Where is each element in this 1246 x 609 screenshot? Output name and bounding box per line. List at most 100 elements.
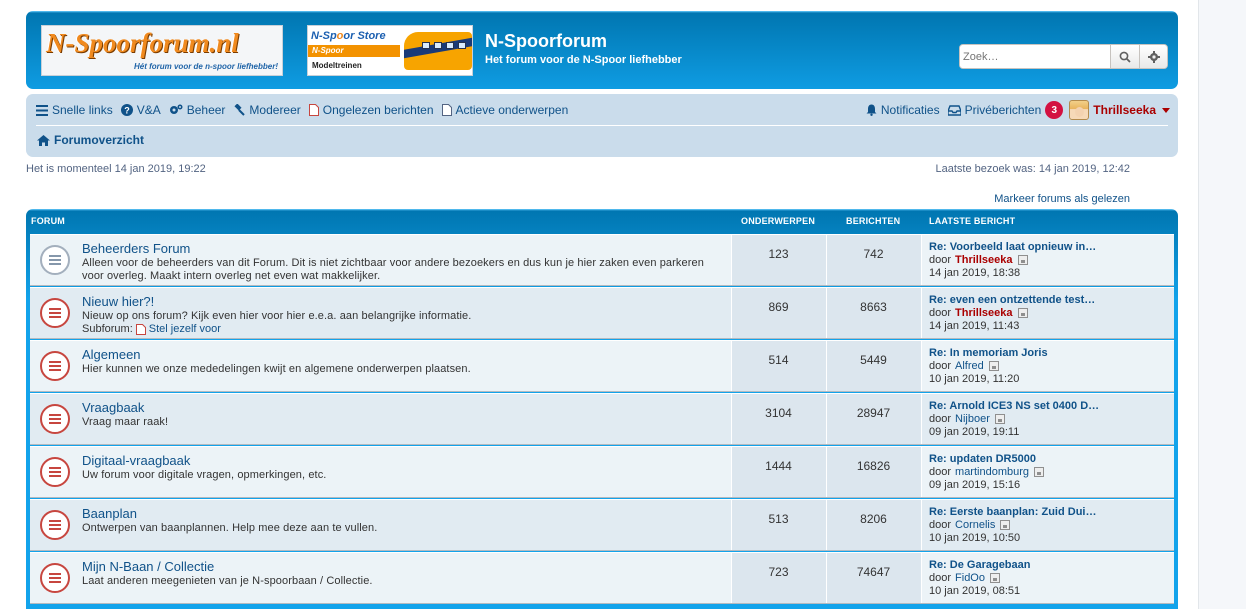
posts-count: 8206 <box>860 512 887 526</box>
inbox-icon <box>947 104 961 116</box>
mcp-link[interactable]: Modereer <box>233 103 301 117</box>
forum-title[interactable]: Vraagbaak <box>82 400 144 415</box>
forum-row: Vraagbaak Vraag maar raak! 3104 28947 Re… <box>30 393 1174 445</box>
view-latest-icon[interactable] <box>990 573 1000 583</box>
last-post-user[interactable]: martindomburg <box>955 466 1029 478</box>
topics-count: 869 <box>768 300 789 314</box>
last-post-title[interactable]: Re: even een ontzettende test… <box>929 294 1169 306</box>
quick-links-label: Snelle links <box>52 103 113 117</box>
last-post-cell <box>921 235 922 285</box>
notifications-link[interactable]: Notificaties <box>866 103 940 117</box>
last-post-author: door Cornelis <box>929 519 1011 531</box>
by-label: door <box>929 307 952 319</box>
last-post-user[interactable]: Thrillseeka <box>955 254 1012 266</box>
bars-icon <box>36 104 48 116</box>
last-post-author: door Alfred <box>929 360 999 372</box>
forum-title[interactable]: Algemeen <box>82 347 141 362</box>
last-post-user[interactable]: Cornelis <box>955 519 995 531</box>
search-button[interactable] <box>1110 45 1139 68</box>
by-label: door <box>929 572 952 584</box>
faq-link[interactable]: ? V&A <box>120 103 161 117</box>
forum-row: Algemeen Hier kunnen we onze mededelinge… <box>30 340 1174 392</box>
forum-title[interactable]: Nieuw hier?! <box>82 294 154 309</box>
file-icon <box>308 104 319 116</box>
last-post-author: door martindomburg <box>929 466 1045 478</box>
last-post-user[interactable]: FidOo <box>955 572 985 584</box>
bell-icon <box>866 104 877 116</box>
train-window <box>446 42 454 49</box>
private-messages-link[interactable]: Privéberichten 3 <box>947 101 1064 119</box>
last-post-date: 10 jan 2019, 10:50 <box>929 532 1021 544</box>
last-post-cell <box>921 341 922 391</box>
forum-title[interactable]: Mijn N-Baan / Collectie <box>82 559 214 574</box>
advanced-search-button[interactable] <box>1139 45 1167 68</box>
last-post-author: door Nijboer <box>929 413 1005 425</box>
mark-forums-read-link[interactable]: Markeer forums als gelezen <box>994 193 1130 205</box>
last-visit: Laatste bezoek was: 14 jan 2019, 12:42 <box>935 163 1130 175</box>
last-post-user[interactable]: Thrillseeka <box>955 307 1012 319</box>
logo-tagline: Hét forum voor de n-spoor liefhebber! <box>133 62 278 71</box>
store-logo[interactable]: N-Spoor Store N-Spoor Modeltreinen <box>307 25 473 76</box>
forum-row: Mijn N-Baan / Collectie Laat anderen mee… <box>30 552 1174 604</box>
acp-link[interactable]: Beheer <box>169 103 225 117</box>
user-nav: Notificaties Privéberichten 3 Thrillseek… <box>866 100 1170 120</box>
last-post-title[interactable]: Re: Voorbeeld laat opnieuw in… <box>929 241 1169 253</box>
last-post-title[interactable]: Re: Eerste baanplan: Zuid Dui… <box>929 506 1169 518</box>
store-logo-sub: Modeltreinen <box>312 61 362 70</box>
site-header: N-Spoorforum.nl Hét forum voor de n-spoo… <box>26 11 1178 89</box>
caret-down-icon[interactable] <box>1162 107 1170 113</box>
active-topics-link[interactable]: Actieve onderwerpen <box>441 103 568 117</box>
forum-title[interactable]: Beheerders Forum <box>82 241 190 256</box>
last-post-author: door Thrillseeka <box>929 307 1028 319</box>
forum-title[interactable]: Baanplan <box>82 506 137 521</box>
topics-count: 123 <box>768 247 789 261</box>
last-post-user[interactable]: Alfred <box>955 360 984 372</box>
view-latest-icon[interactable] <box>1034 467 1045 477</box>
header-posts: BERICHTEN <box>846 216 901 226</box>
subforum-link[interactable]: Stel jezelf voor <box>135 323 221 335</box>
train-window <box>422 42 430 49</box>
quick-links-menu[interactable]: Snelle links <box>36 103 113 117</box>
last-post-title[interactable]: Re: De Garagebaan <box>929 559 1169 571</box>
forum-row: Beheerders Forum Alleen voor de beheerde… <box>30 234 1174 286</box>
posts-count: 16826 <box>856 459 891 473</box>
unread-posts-link[interactable]: Ongelezen berichten <box>308 103 434 117</box>
posts-count: 74647 <box>856 565 891 579</box>
store-logo-band: N-Spoor <box>308 45 400 57</box>
site-title[interactable]: N-Spoorforum <box>485 31 607 52</box>
search-box <box>959 44 1168 69</box>
username-menu[interactable]: Thrillseeka <box>1093 103 1156 117</box>
topics-count: 3104 <box>765 406 792 420</box>
gavel-icon <box>234 104 246 116</box>
view-latest-icon[interactable] <box>994 414 1005 424</box>
topics-count: 723 <box>768 565 789 579</box>
forum-description: Alleen voor de beheerders van dit Forum.… <box>82 257 704 282</box>
train-image <box>404 32 472 70</box>
breadcrumb-home-label: Forumoverzicht <box>54 133 145 147</box>
site-logo[interactable]: N-Spoorforum.nl Hét forum voor de n-spoo… <box>41 25 283 76</box>
site-description: Het forum voor de N-Spoor liefhebber <box>485 54 682 66</box>
last-post-date: 09 jan 2019, 19:11 <box>929 426 1020 438</box>
topics-count: 514 <box>768 353 789 367</box>
notifications-label: Notificaties <box>880 103 940 117</box>
view-latest-icon[interactable] <box>1000 520 1011 530</box>
last-post-user[interactable]: Nijboer <box>955 413 990 425</box>
last-post-cell <box>921 447 922 497</box>
view-latest-icon[interactable] <box>1017 308 1028 318</box>
page-margin <box>1198 0 1246 609</box>
forum-read-icon <box>40 245 70 275</box>
last-post-title[interactable]: Re: updaten DR5000 <box>929 453 1169 465</box>
forum-title[interactable]: Digitaal-vraagbaak <box>82 453 190 468</box>
last-post-date: 10 jan 2019, 08:51 <box>929 585 1021 597</box>
search-input[interactable] <box>960 45 1110 68</box>
avatar[interactable] <box>1069 100 1090 120</box>
page: N-Spoorforum.nl Hét forum voor de n-spoo… <box>0 0 1198 609</box>
last-post-title[interactable]: Re: Arnold ICE3 NS set 0400 D… <box>929 400 1169 412</box>
last-post-title[interactable]: Re: In memoriam Joris <box>929 347 1169 359</box>
private-messages-label: Privéberichten <box>964 103 1042 117</box>
view-latest-icon[interactable] <box>988 361 999 371</box>
pm-count-badge: 3 <box>1045 101 1064 119</box>
breadcrumb[interactable]: Forumoverzicht <box>37 133 144 147</box>
view-latest-icon[interactable] <box>1017 255 1028 265</box>
posts-count: 742 <box>863 247 884 261</box>
